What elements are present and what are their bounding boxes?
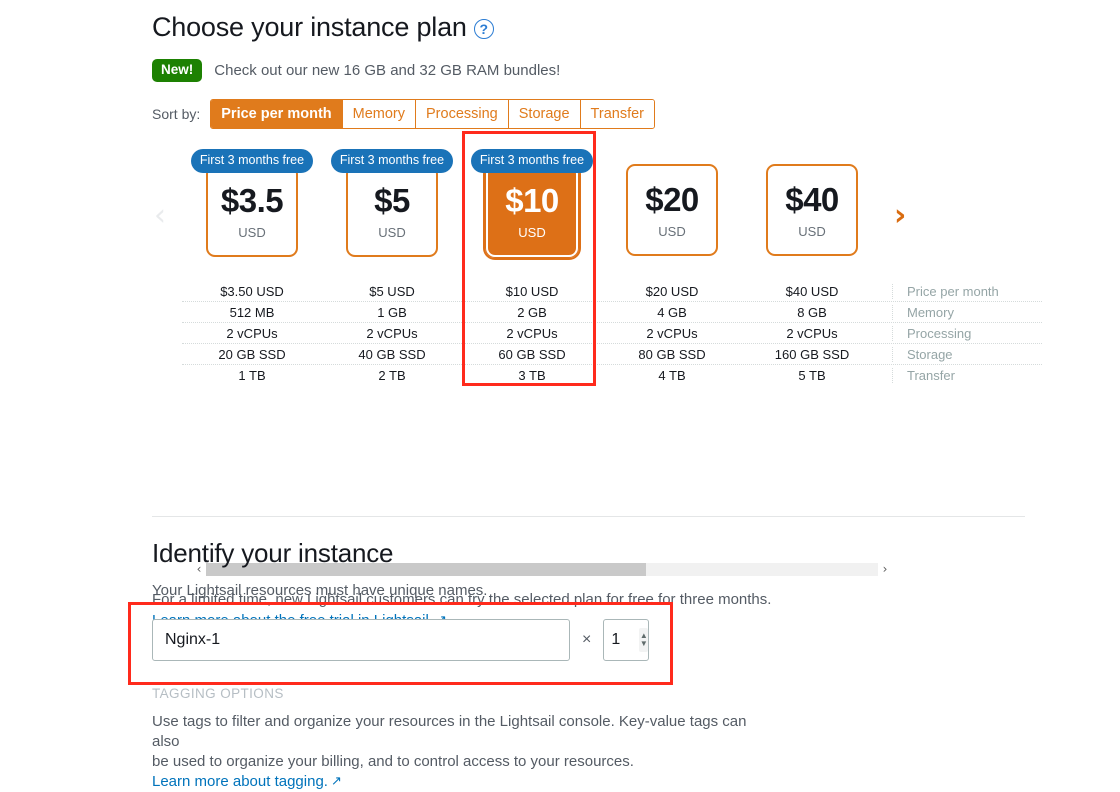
spec-row-label: Storage: [892, 346, 1032, 362]
plan-currency: USD: [238, 224, 266, 240]
table-row: $3.50 USD $5 USD $10 USD $20 USD $40 USD…: [182, 281, 1042, 302]
carousel-prev-icon[interactable]: ‹: [154, 201, 166, 231]
table-row: 1 TB 2 TB 3 TB 4 TB 5 TB Transfer: [182, 365, 1042, 385]
spec-value: 2 vCPUs: [786, 325, 838, 341]
spec-value: 5 TB: [798, 367, 826, 383]
sort-tab-transfer[interactable]: Transfer: [580, 100, 654, 128]
help-circle-icon[interactable]: ?: [473, 19, 494, 39]
tagging-options-body: Use tags to filter and organize your res…: [152, 712, 772, 792]
tagging-link-row: Learn more about tagging. ↗: [152, 772, 772, 792]
sort-by-label: Sort by:: [152, 106, 201, 122]
plan-price-box[interactable]: $3.5 USD: [206, 165, 298, 257]
table-row: 512 MB 1 GB 2 GB 4 GB 8 GB Memory: [182, 302, 1042, 323]
sort-by-tabgroup: Price per month Memory Processing Storag…: [210, 99, 655, 129]
sort-tab-memory[interactable]: Memory: [342, 100, 417, 128]
spec-row-label: Price per month: [892, 283, 1032, 299]
page-title: Choose your instance plan ?: [152, 10, 1032, 44]
spec-value: 2 vCPUs: [506, 325, 558, 341]
spec-row-label: Memory: [892, 304, 1032, 320]
page-root: Choose your instance plan ? New! Check o…: [0, 0, 1120, 790]
plan-price: $20: [645, 180, 699, 218]
spec-value: 512 MB: [229, 304, 275, 320]
sort-by-row: Sort by: Price per month Memory Processi…: [152, 99, 1032, 129]
spinner-down-icon[interactable]: ▼: [640, 640, 648, 648]
table-row: 2 vCPUs 2 vCPUs 2 vCPUs 2 vCPUs 2 vCPUs …: [182, 323, 1042, 344]
new-badge: New!: [152, 59, 203, 82]
plan-spec-table: $3.50 USD $5 USD $10 USD $20 USD $40 USD…: [182, 281, 1042, 385]
page-title-text: Choose your instance plan: [152, 12, 467, 42]
spec-value: 160 GB SSD: [774, 346, 850, 362]
spec-value: 3 TB: [518, 367, 546, 383]
plan-price: $40: [785, 180, 839, 218]
instance-quantity-stepper[interactable]: ▲ ▼: [603, 619, 650, 661]
plan-currency: USD: [798, 223, 826, 239]
free-trial-badge: First 3 months free: [330, 149, 454, 173]
free-trial-badge: First 3 months free: [190, 149, 314, 173]
spec-value: 2 vCPUs: [646, 325, 698, 341]
spec-value: 60 GB SSD: [498, 346, 566, 362]
spec-value: $3.50 USD: [220, 283, 284, 299]
identify-title: Identify your instance: [152, 538, 394, 568]
spec-value: 40 GB SSD: [358, 346, 426, 362]
plan-price-box[interactable]: $5 USD: [346, 165, 438, 257]
new-bundles-callout: New! Check out our new 16 GB and 32 GB R…: [152, 59, 1032, 82]
plan-card-5[interactable]: First 3 months free $5 USD: [322, 149, 462, 257]
plan-card-10-selected[interactable]: First 3 months free $10 USD: [462, 149, 602, 260]
spec-value: $10 USD: [505, 283, 559, 299]
spec-value: 4 TB: [658, 367, 686, 383]
table-row: 20 GB SSD 40 GB SSD 60 GB SSD 80 GB SSD …: [182, 344, 1042, 365]
plan-carousel: ‹ › First 3 months free $3.5 USD First 3…: [152, 149, 1042, 629]
spec-row-label: Processing: [892, 325, 1032, 341]
spec-value: 2 vCPUs: [366, 325, 418, 341]
plan-price: $3.5: [220, 181, 284, 219]
spec-value: 80 GB SSD: [638, 346, 706, 362]
new-bundles-text: Check out our new 16 GB and 32 GB RAM bu…: [214, 62, 561, 79]
free-trial-badge: First 3 months free: [470, 149, 594, 173]
spec-value: 1 GB: [377, 304, 407, 320]
plan-currency: USD: [658, 223, 686, 239]
spec-value: 2 vCPUs: [226, 325, 278, 341]
quantity-spinner-icon[interactable]: ▲ ▼: [639, 628, 649, 652]
instance-name-row: × ▲ ▼: [152, 619, 1032, 661]
sort-tab-processing[interactable]: Processing: [416, 100, 509, 128]
tagging-options-title: TAGGING OPTIONS: [152, 686, 284, 701]
identify-subtitle: Your Lightsail resources must have uniqu…: [152, 582, 488, 599]
plan-price: $5: [374, 181, 410, 219]
identify-instance-section: Identify your instance Your Lightsail re…: [152, 536, 1032, 661]
plan-price-box[interactable]: $10 USD: [483, 162, 581, 260]
spec-value: 2 TB: [378, 367, 406, 383]
spec-value: $20 USD: [645, 283, 699, 299]
spec-value: 8 GB: [797, 304, 827, 320]
spec-value: 4 GB: [657, 304, 687, 320]
plan-price-box[interactable]: $40 USD: [766, 164, 858, 256]
multiply-symbol: ×: [582, 631, 592, 648]
instance-name-input[interactable]: [152, 619, 570, 661]
plan-card-40[interactable]: $40 USD: [742, 149, 882, 256]
section-divider: [152, 516, 1025, 517]
spec-value: $5 USD: [369, 283, 415, 299]
sort-tab-price-per-month[interactable]: Price per month: [211, 100, 343, 128]
spec-row-label: Transfer: [892, 367, 1032, 383]
tagging-text-line2: be used to organize your billing, and to…: [152, 753, 634, 770]
tagging-text-line1: Use tags to filter and organize your res…: [152, 713, 747, 750]
plan-card-3-5[interactable]: First 3 months free $3.5 USD: [182, 149, 322, 257]
spec-value: 2 GB: [517, 304, 547, 320]
instance-quantity-input[interactable]: [604, 630, 640, 650]
spec-value: 1 TB: [238, 367, 266, 383]
spec-value: $40 USD: [785, 283, 839, 299]
plan-currency: USD: [518, 224, 546, 240]
tagging-learn-more-link[interactable]: Learn more about tagging.: [152, 773, 328, 790]
plan-card-20[interactable]: $20 USD: [602, 149, 742, 256]
plan-price: $10: [505, 181, 559, 219]
spec-value: 20 GB SSD: [218, 346, 286, 362]
choose-instance-plan-section: Choose your instance plan ? New! Check o…: [152, 10, 1042, 629]
plan-currency: USD: [378, 224, 406, 240]
sort-tab-storage[interactable]: Storage: [508, 100, 581, 128]
external-link-icon: ↗: [330, 773, 342, 788]
plan-price-box[interactable]: $20 USD: [626, 164, 718, 256]
